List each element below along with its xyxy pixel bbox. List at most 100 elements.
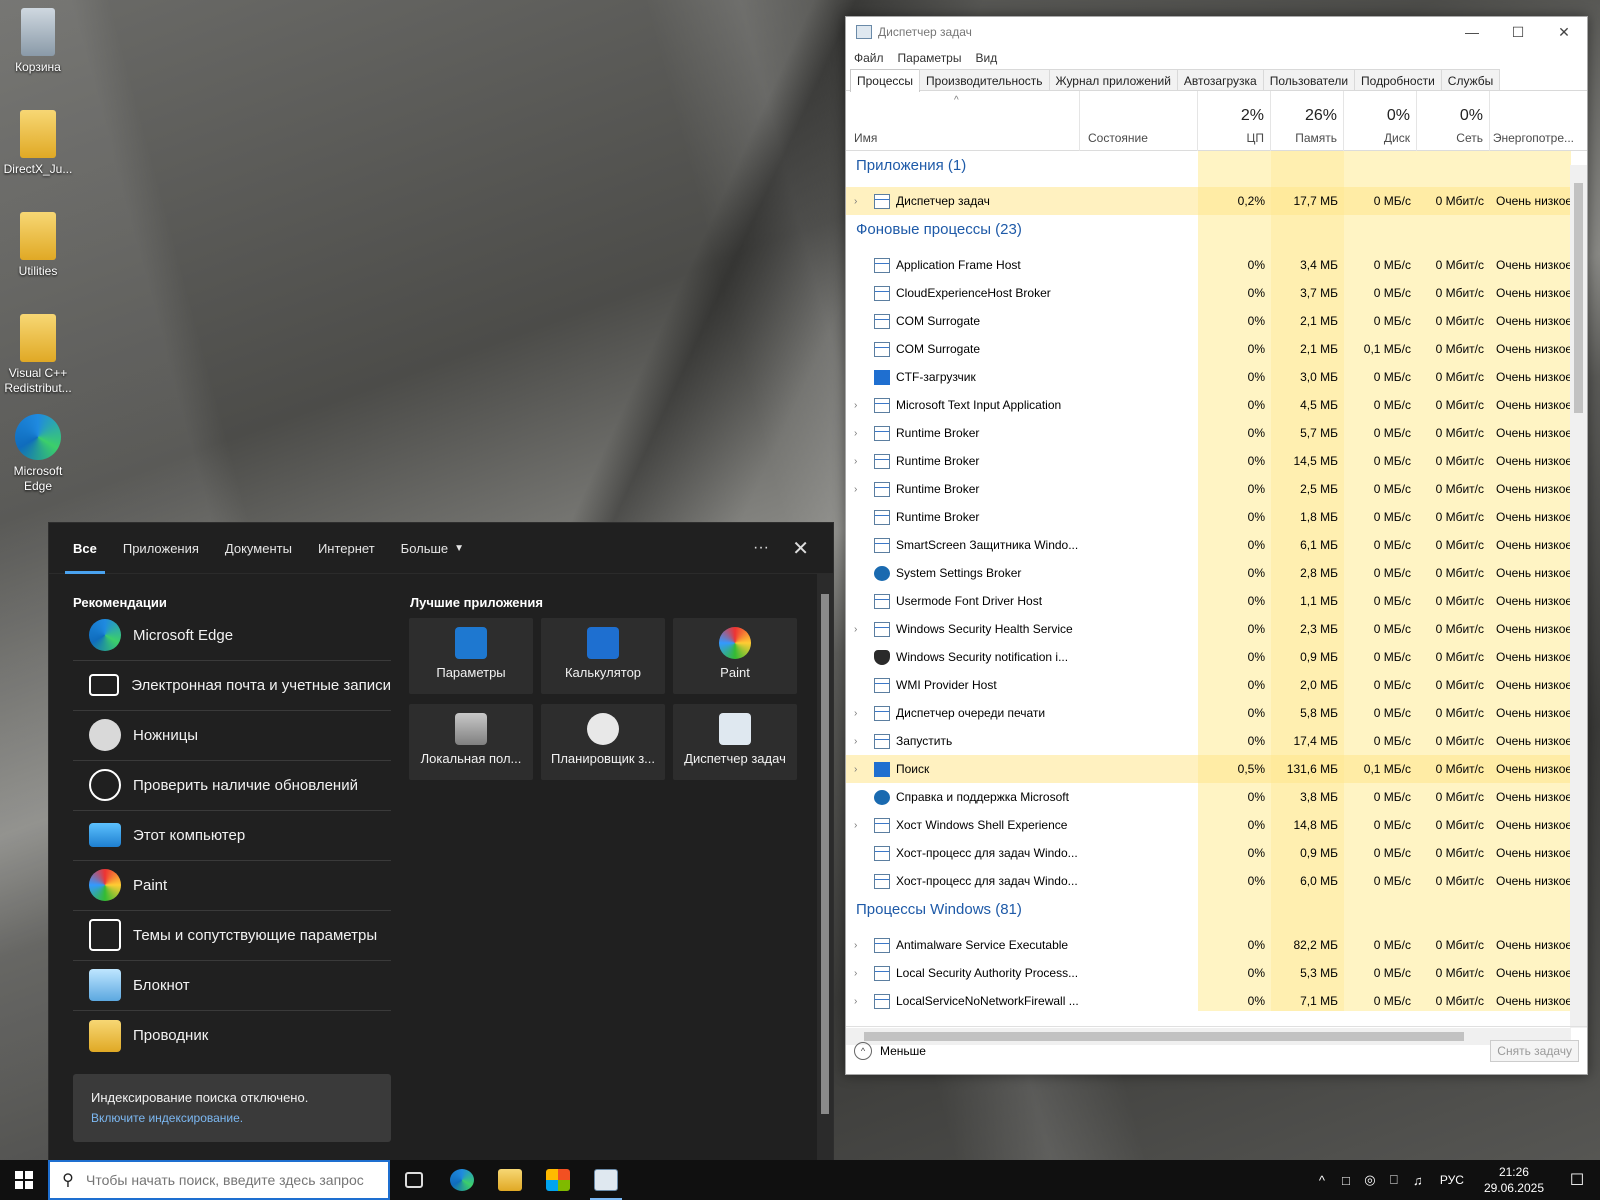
process-row[interactable]: › Runtime Broker 0% 14,5 МБ 0 МБ/с 0 Мбит/с Оч…	[846, 447, 1571, 475]
expand-chevron-icon[interactable]: ›	[854, 996, 857, 1007]
task-view-button[interactable]	[390, 1160, 438, 1200]
process-row[interactable]: Windows Security notification i... 0% 0,9 …	[846, 643, 1571, 671]
process-row[interactable]: › Запустить 0% 17,4 МБ 0 МБ/с 0 Мбит/с Очень н…	[846, 727, 1571, 755]
top-app-tile[interactable]: Планировщик з...	[541, 704, 665, 780]
top-app-tile[interactable]: Paint	[673, 618, 797, 694]
column-name[interactable]: ^ Имя	[846, 91, 1080, 151]
search-tab-documents[interactable]: Документы	[225, 523, 292, 574]
expand-chevron-icon[interactable]: ›	[854, 456, 857, 467]
expand-chevron-icon[interactable]: ›	[854, 196, 857, 207]
tab-users[interactable]: Пользователи	[1262, 69, 1356, 90]
recommendation-item[interactable]: Темы и сопутствующие параметры	[73, 910, 391, 961]
expand-chevron-icon[interactable]: ›	[854, 820, 857, 831]
group-header[interactable]: Процессы Windows (81)	[856, 901, 1022, 918]
tablet-icon[interactable]: □	[1334, 1173, 1358, 1188]
process-row[interactable]: › Диспетчер очереди печати 0% 5,8 МБ 0 МБ/с 0…	[846, 699, 1571, 727]
tab-performance[interactable]: Производительность	[919, 69, 1050, 90]
maximize-button[interactable]: ☐	[1495, 17, 1541, 47]
search-scrollbar[interactable]	[817, 574, 833, 1162]
notification-icon[interactable]: ☐	[1554, 1170, 1600, 1190]
expand-chevron-icon[interactable]: ›	[854, 400, 857, 411]
menu-options[interactable]: Параметры	[898, 51, 962, 65]
recommendation-item[interactable]: Этот компьютер	[73, 810, 391, 861]
process-row[interactable]: Хост-процесс для задач Windo... 0% 0,9 МБ 0…	[846, 839, 1571, 867]
menu-view[interactable]: Вид	[975, 51, 997, 65]
expand-chevron-icon[interactable]: ›	[854, 708, 857, 719]
process-row[interactable]: › Runtime Broker 0% 5,7 МБ 0 МБ/с 0 Мбит/с Оче…	[846, 419, 1571, 447]
expand-chevron-icon[interactable]: ›	[854, 968, 857, 979]
process-row[interactable]: COM Surrogate 0% 2,1 МБ 0 МБ/с 0 Мбит/с Очень…	[846, 307, 1571, 335]
desktop-icon-utilities[interactable]: Utilities	[2, 212, 74, 279]
search-tab-more[interactable]: Больше ▼	[401, 523, 464, 574]
recommendation-item[interactable]: Проводник	[73, 1010, 391, 1061]
process-row[interactable]: System Settings Broker 0% 2,8 МБ 0 МБ/с 0 Мб…	[846, 559, 1571, 587]
column-power[interactable]: Энергопотре...	[1490, 91, 1580, 151]
process-row[interactable]: › Windows Security Health Service 0% 2,3 МБ…	[846, 615, 1571, 643]
process-row[interactable]: CTF-загрузчик 0% 3,0 МБ 0 МБ/с 0 Мбит/с Очень…	[846, 363, 1571, 391]
process-row[interactable]: SmartScreen Защитника Windo... 0% 6,1 МБ 0 …	[846, 531, 1571, 559]
end-task-button[interactable]: Снять задачу	[1490, 1039, 1579, 1062]
taskbar-edge[interactable]	[438, 1160, 486, 1200]
search-input[interactable]	[86, 1172, 382, 1188]
top-app-tile[interactable]: Локальная пол...	[409, 704, 533, 780]
close-icon[interactable]: ✕	[792, 536, 809, 561]
process-row[interactable]: Хост-процесс для задач Windo... 0% 6,0 МБ 0…	[846, 867, 1571, 895]
volume-icon[interactable]: ♫	[1406, 1173, 1430, 1188]
column-memory[interactable]: 26% Память	[1271, 91, 1344, 151]
tab-details[interactable]: Подробности	[1354, 69, 1442, 90]
taskbar-file-explorer[interactable]	[486, 1160, 534, 1200]
meet-icon[interactable]: ◎	[1358, 1172, 1382, 1188]
process-row[interactable]: Runtime Broker 0% 1,8 МБ 0 МБ/с 0 Мбит/с Очен…	[846, 503, 1571, 531]
tab-processes[interactable]: Процессы	[850, 69, 921, 92]
process-row[interactable]: › Хост Windows Shell Experience 0% 14,8 МБ 0…	[846, 811, 1571, 839]
start-button[interactable]	[0, 1160, 48, 1200]
taskbar-search-box[interactable]: ⚲	[48, 1160, 390, 1200]
top-app-tile[interactable]: Параметры	[409, 618, 533, 694]
search-tab-all[interactable]: Все	[65, 523, 105, 574]
process-row[interactable]: › Antimalware Service Executable 0% 82,2 МБ…	[846, 931, 1571, 959]
tab-services[interactable]: Службы	[1440, 69, 1501, 90]
more-options-icon[interactable]: ···	[753, 539, 769, 557]
recommendation-item[interactable]: Проверить наличие обновлений	[73, 760, 391, 811]
tab-startup[interactable]: Автозагрузка	[1176, 69, 1264, 90]
process-row[interactable]: CloudExperienceHost Broker 0% 3,7 МБ 0 МБ/с…	[846, 279, 1571, 307]
top-app-tile[interactable]: Калькулятор	[541, 618, 665, 694]
process-row[interactable]: › Microsoft Text Input Application 0% 4,5 М…	[846, 391, 1571, 419]
fewer-details-button[interactable]: Меньше	[880, 1044, 926, 1058]
column-status[interactable]: Состояние	[1080, 91, 1198, 151]
search-tab-web[interactable]: Интернет	[318, 523, 375, 574]
recommendation-item[interactable]: Блокнот	[73, 960, 391, 1011]
desktop-icon-visual-cpp[interactable]: Visual C++ Redistribut...	[2, 314, 74, 396]
expand-chevron-icon[interactable]: ›	[854, 428, 857, 439]
desktop-icon-edge[interactable]: Microsoft Edge	[2, 414, 74, 494]
group-header[interactable]: Фоновые процессы (23)	[856, 221, 1022, 238]
process-row[interactable]: › Runtime Broker 0% 2,5 МБ 0 МБ/с 0 Мбит/с Оче…	[846, 475, 1571, 503]
expand-chevron-icon[interactable]: ›	[854, 736, 857, 747]
taskbar-store[interactable]	[534, 1160, 582, 1200]
column-disk[interactable]: 0% Диск	[1344, 91, 1417, 151]
network-icon[interactable]: ⎕	[1382, 1172, 1406, 1188]
clock[interactable]: 21:26 29.06.2025	[1484, 1164, 1544, 1196]
recommendation-item[interactable]: Ножницы	[73, 710, 391, 761]
enable-indexing-link[interactable]: Включите индексирование.	[91, 1111, 373, 1125]
close-button[interactable]: ✕	[1541, 17, 1587, 47]
process-row[interactable]: Справка и поддержка Microsoft 0% 3,8 МБ 0 М…	[846, 783, 1571, 811]
recommendation-item[interactable]: Microsoft Edge	[73, 610, 391, 661]
desktop-icon-directx[interactable]: DirectX_Ju...	[2, 110, 74, 177]
process-row[interactable]: COM Surrogate 0% 2,1 МБ 0,1 МБ/с 0 Мбит/с Оче…	[846, 335, 1571, 363]
vertical-scrollbar[interactable]	[1570, 165, 1587, 1028]
minimize-button[interactable]: —	[1449, 17, 1495, 47]
expand-chevron-icon[interactable]: ›	[854, 940, 857, 951]
process-row[interactable]: › LocalServiceNoNetworkFirewall ... 0% 7,1 …	[846, 987, 1571, 1011]
expand-chevron-icon[interactable]: ›	[854, 484, 857, 495]
recommendation-item[interactable]: Электронная почта и учетные записи	[73, 660, 391, 711]
desktop-icon-recycle-bin[interactable]: Корзина	[2, 8, 74, 75]
tab-app-history[interactable]: Журнал приложений	[1048, 69, 1178, 90]
taskbar-task-manager[interactable]	[582, 1160, 630, 1200]
recommendation-item[interactable]: Paint	[73, 860, 391, 911]
language-indicator[interactable]: РУС	[1440, 1173, 1464, 1187]
column-cpu[interactable]: 2% ЦП	[1198, 91, 1271, 151]
search-tab-apps[interactable]: Приложения	[123, 523, 199, 574]
process-row[interactable]: Application Frame Host 0% 3,4 МБ 0 МБ/с 0 Мб…	[846, 251, 1571, 279]
group-header[interactable]: Приложения (1)	[856, 157, 966, 174]
